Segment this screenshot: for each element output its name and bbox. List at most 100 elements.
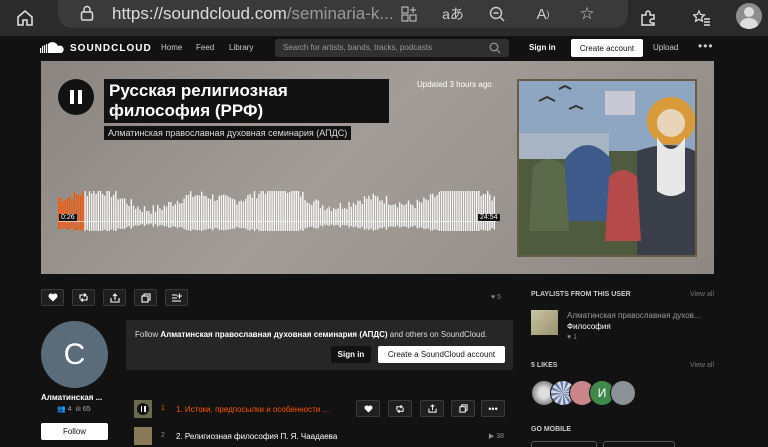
likes-count: ♥ 5 (491, 294, 502, 301)
waveform-bar (161, 210, 163, 225)
track-row-1[interactable]: 1 1. Истоки, предпосылки и особенности .… (134, 400, 506, 418)
read-aloud-icon[interactable]: aあ (442, 3, 464, 25)
playlist-add-icon (172, 293, 182, 302)
track-row-2[interactable]: 2 2. Религиозная философия П. Я. Чаадаев… (134, 427, 506, 445)
soundcloud-logo[interactable]: SOUNDCLOUD (40, 42, 152, 54)
url-text: https://soundcloud.com/seminaria-k... (112, 4, 394, 24)
favorite-icon[interactable]: ☆ (576, 3, 598, 25)
waveform-bar (106, 191, 108, 231)
waveform-bar (148, 211, 150, 225)
track-title[interactable]: 1. Истоки, предпосылки и особенности ... (176, 405, 329, 414)
playlists-view-all[interactable]: View all (690, 291, 714, 298)
waveform-bar (410, 204, 412, 227)
app-store-badge[interactable] (531, 441, 597, 447)
track-number: 1 (161, 405, 165, 412)
playlist-title[interactable]: Философия (567, 322, 611, 331)
like-avatar-5[interactable] (610, 380, 636, 406)
waveform-bar (465, 191, 467, 231)
waveform-bar (183, 198, 185, 229)
follow-artist-name[interactable]: Алматинская православная духовная семина… (160, 330, 387, 339)
waveform-bar (152, 205, 154, 227)
track-more-icon[interactable]: ••• (481, 400, 505, 417)
pause-button[interactable] (58, 79, 94, 115)
reader-icon[interactable]: A) (532, 3, 554, 25)
waveform-bar (432, 193, 434, 231)
waveform-bar (170, 202, 172, 228)
nav-home[interactable]: Home (161, 43, 182, 52)
waveform-bar (269, 191, 271, 231)
playlist-artist[interactable]: Алматинская православная духов... (567, 311, 701, 320)
followers-count[interactable]: 4 (68, 406, 72, 413)
waveform[interactable] (58, 187, 496, 231)
artist-avatar[interactable]: C (41, 321, 108, 388)
nav-feed[interactable]: Feed (196, 43, 214, 52)
search-input[interactable]: Search for artists, bands, tracks, podca… (275, 39, 509, 57)
home-icon[interactable] (11, 4, 39, 32)
waveform-bar (264, 193, 267, 231)
repost-button[interactable] (72, 289, 95, 306)
google-play-badge[interactable] (603, 441, 675, 447)
lock-icon (80, 5, 94, 21)
waveform-bar (317, 200, 319, 229)
track-artist[interactable]: Алматинская православная духовная семина… (104, 126, 352, 140)
prompt-signin-button[interactable]: Sign in (331, 346, 371, 363)
waveform-bar (363, 196, 366, 230)
address-bar[interactable]: https://soundcloud.com/seminaria-k... aあ… (58, 0, 628, 28)
artist-name[interactable]: Алматинская ... (41, 393, 102, 402)
tracks-count[interactable]: 65 (83, 406, 91, 413)
profile-icon[interactable] (736, 3, 762, 29)
cloud-logo-icon (40, 42, 64, 53)
waveform-bar (429, 194, 432, 231)
share-icon (427, 404, 437, 413)
pause-icon[interactable] (137, 403, 149, 415)
nav-library[interactable]: Library (229, 43, 253, 52)
waveform-bar (352, 202, 355, 228)
waveform-bar (176, 200, 179, 229)
waveform-bar (445, 191, 447, 231)
favorites-bar-icon[interactable] (688, 4, 716, 32)
waveform-bar (194, 195, 196, 230)
search-icon[interactable] (489, 42, 501, 54)
waveform-bar (478, 191, 480, 231)
like-button[interactable] (41, 289, 64, 306)
upload-link[interactable]: Upload (653, 43, 678, 52)
signin-button[interactable]: Sign in (529, 43, 556, 52)
cover-artwork (517, 79, 697, 257)
create-account-button[interactable]: Create account (571, 39, 643, 57)
track-title[interactable]: 2. Религиозная философия П. Я. Чаадаева (176, 432, 337, 441)
extensions-icon[interactable] (634, 4, 662, 32)
waveform-bar (187, 194, 190, 231)
track-copy-button[interactable] (451, 400, 475, 417)
waveform-bar (458, 191, 460, 231)
waveform-bar (390, 205, 392, 227)
copy-icon (458, 404, 468, 413)
likes-view-all[interactable]: View all (690, 362, 714, 369)
share-button[interactable] (103, 289, 126, 306)
waveform-bar (379, 200, 381, 229)
waveform-bar (423, 197, 425, 230)
waveform-bar (405, 204, 407, 227)
waveform-bar (172, 206, 174, 227)
playlist-thumbnail[interactable] (531, 310, 558, 335)
copy-link-button[interactable] (134, 289, 157, 306)
track-repost-button[interactable] (388, 400, 412, 417)
waveform-bar (315, 199, 317, 229)
follow-button[interactable]: Follow (41, 423, 108, 440)
waveform-bar (282, 191, 284, 231)
likes-count-value: 5 (497, 294, 502, 301)
track-share-button[interactable] (420, 400, 444, 417)
waveform-bar (313, 201, 315, 228)
zoom-out-icon[interactable] (486, 3, 508, 25)
waveform-bar (225, 195, 227, 230)
track-like-button[interactable] (356, 400, 380, 417)
waveform-bar (91, 193, 93, 231)
time-total: 24:54 (478, 214, 500, 221)
prompt-create-account-button[interactable]: Create a SoundCloud account (378, 346, 505, 363)
waveform-baseline (58, 221, 496, 222)
more-options-icon[interactable]: ••• (698, 39, 714, 53)
logo-text: SOUNDCLOUD (70, 42, 152, 54)
app-install-icon[interactable] (398, 3, 420, 25)
add-to-playlist-button[interactable] (165, 289, 188, 306)
waveform-bar (401, 204, 403, 227)
waveform-bar (73, 191, 75, 231)
